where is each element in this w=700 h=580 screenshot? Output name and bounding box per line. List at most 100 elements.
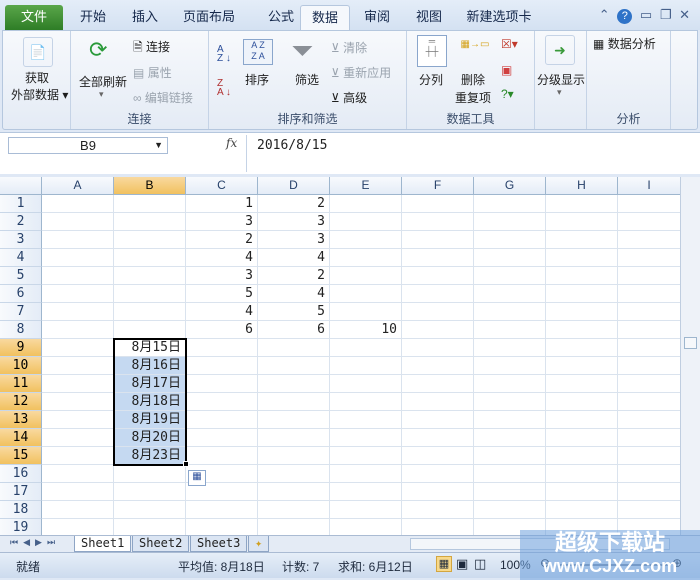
cell-E5[interactable] bbox=[330, 267, 402, 285]
cell-B10[interactable]: 8月16日 bbox=[114, 357, 186, 375]
cell-C14[interactable] bbox=[186, 429, 258, 447]
properties-button[interactable]: ▤ 属性 bbox=[133, 64, 172, 81]
tab-4[interactable]: 公式 bbox=[258, 5, 304, 30]
cell-C8[interactable]: 6 bbox=[186, 321, 258, 339]
cell-A11[interactable] bbox=[42, 375, 114, 393]
row-header-16[interactable]: 16 bbox=[0, 465, 42, 483]
insert-sheet-icon[interactable]: ✦ bbox=[248, 536, 270, 552]
cell-G15[interactable] bbox=[474, 447, 546, 465]
row-header-3[interactable]: 3 bbox=[0, 231, 42, 249]
cell-C13[interactable] bbox=[186, 411, 258, 429]
cell-H12[interactable] bbox=[546, 393, 618, 411]
cell-D19[interactable] bbox=[258, 519, 330, 535]
cell-I10[interactable] bbox=[618, 357, 680, 375]
tab-6[interactable]: 审阅 bbox=[354, 5, 400, 30]
cell-G11[interactable] bbox=[474, 375, 546, 393]
cell-D14[interactable] bbox=[258, 429, 330, 447]
cell-E9[interactable] bbox=[330, 339, 402, 357]
cell-C4[interactable]: 4 bbox=[186, 249, 258, 267]
cell-F5[interactable] bbox=[402, 267, 474, 285]
cell-A5[interactable] bbox=[42, 267, 114, 285]
cell-A6[interactable] bbox=[42, 285, 114, 303]
column-header-A[interactable]: A bbox=[42, 177, 114, 195]
column-header-B[interactable]: B bbox=[114, 177, 186, 195]
cell-D11[interactable] bbox=[258, 375, 330, 393]
cell-C12[interactable] bbox=[186, 393, 258, 411]
cell-D6[interactable]: 4 bbox=[258, 285, 330, 303]
cell-E17[interactable] bbox=[330, 483, 402, 501]
cell-H7[interactable] bbox=[546, 303, 618, 321]
remove-dup-label[interactable]: 删除 bbox=[461, 71, 485, 88]
cell-A19[interactable] bbox=[42, 519, 114, 535]
column-header-F[interactable]: F bbox=[402, 177, 474, 195]
row-header-14[interactable]: 14 bbox=[0, 429, 42, 447]
cell-A1[interactable] bbox=[42, 195, 114, 213]
cell-D15[interactable] bbox=[258, 447, 330, 465]
cell-G12[interactable] bbox=[474, 393, 546, 411]
cell-H13[interactable] bbox=[546, 411, 618, 429]
cell-E14[interactable] bbox=[330, 429, 402, 447]
cell-F16[interactable] bbox=[402, 465, 474, 483]
cell-A3[interactable] bbox=[42, 231, 114, 249]
cell-E13[interactable] bbox=[330, 411, 402, 429]
cell-D3[interactable]: 3 bbox=[258, 231, 330, 249]
cell-D1[interactable]: 2 bbox=[258, 195, 330, 213]
formula-input[interactable]: 2016/8/15 bbox=[246, 135, 676, 172]
cell-H10[interactable] bbox=[546, 357, 618, 375]
consolidate-button[interactable]: ▣ bbox=[501, 63, 512, 77]
cell-F10[interactable] bbox=[402, 357, 474, 375]
cell-E18[interactable] bbox=[330, 501, 402, 519]
cell-A14[interactable] bbox=[42, 429, 114, 447]
row-header-13[interactable]: 13 bbox=[0, 411, 42, 429]
cell-A8[interactable] bbox=[42, 321, 114, 339]
row-header-7[interactable]: 7 bbox=[0, 303, 42, 321]
text-to-columns-button[interactable]: 分列 bbox=[419, 71, 443, 88]
cell-G17[interactable] bbox=[474, 483, 546, 501]
cell-A18[interactable] bbox=[42, 501, 114, 519]
cell-E1[interactable] bbox=[330, 195, 402, 213]
sheet-tab-sheet2[interactable]: Sheet2 bbox=[132, 536, 190, 552]
cell-E15[interactable] bbox=[330, 447, 402, 465]
minimize-icon[interactable]: ▭ bbox=[640, 7, 652, 22]
cell-G5[interactable] bbox=[474, 267, 546, 285]
cell-A12[interactable] bbox=[42, 393, 114, 411]
cell-E16[interactable] bbox=[330, 465, 402, 483]
cell-G8[interactable] bbox=[474, 321, 546, 339]
tab-3[interactable]: 页面布局 bbox=[172, 5, 246, 30]
cell-F19[interactable] bbox=[402, 519, 474, 535]
cell-E3[interactable] bbox=[330, 231, 402, 249]
cell-F7[interactable] bbox=[402, 303, 474, 321]
cell-A17[interactable] bbox=[42, 483, 114, 501]
column-header-E[interactable]: E bbox=[330, 177, 402, 195]
outline-button[interactable]: 分级显示 bbox=[537, 71, 585, 88]
close-icon[interactable]: ✕ bbox=[679, 7, 690, 22]
cell-H5[interactable] bbox=[546, 267, 618, 285]
cell-B1[interactable] bbox=[114, 195, 186, 213]
sort-desc-button[interactable]: ZA ↓ bbox=[217, 79, 231, 98]
cell-D5[interactable]: 2 bbox=[258, 267, 330, 285]
autofill-options-icon[interactable]: ▦ bbox=[188, 470, 206, 486]
row-header-6[interactable]: 6 bbox=[0, 285, 42, 303]
cell-H8[interactable] bbox=[546, 321, 618, 339]
cell-A2[interactable] bbox=[42, 213, 114, 231]
cell-H15[interactable] bbox=[546, 447, 618, 465]
refresh-all-button[interactable]: 全部刷新 bbox=[79, 73, 127, 90]
cell-C11[interactable] bbox=[186, 375, 258, 393]
help-icon[interactable]: ? bbox=[617, 9, 633, 24]
clear-button[interactable]: ⊻ 清除 bbox=[331, 39, 367, 56]
cell-D13[interactable] bbox=[258, 411, 330, 429]
cell-B3[interactable] bbox=[114, 231, 186, 249]
cell-F11[interactable] bbox=[402, 375, 474, 393]
cell-B13[interactable]: 8月19日 bbox=[114, 411, 186, 429]
cell-C1[interactable]: 1 bbox=[186, 195, 258, 213]
cell-G1[interactable] bbox=[474, 195, 546, 213]
row-header-10[interactable]: 10 bbox=[0, 357, 42, 375]
cell-H3[interactable] bbox=[546, 231, 618, 249]
cell-D2[interactable]: 3 bbox=[258, 213, 330, 231]
cell-G13[interactable] bbox=[474, 411, 546, 429]
normal-view-icon[interactable]: ▦ bbox=[436, 556, 452, 572]
tab-1[interactable]: 开始 bbox=[68, 5, 118, 30]
connections-button[interactable]: 🗎 连接 bbox=[133, 38, 170, 59]
tab-5[interactable]: 数据 bbox=[300, 5, 350, 30]
cell-I15[interactable] bbox=[618, 447, 680, 465]
